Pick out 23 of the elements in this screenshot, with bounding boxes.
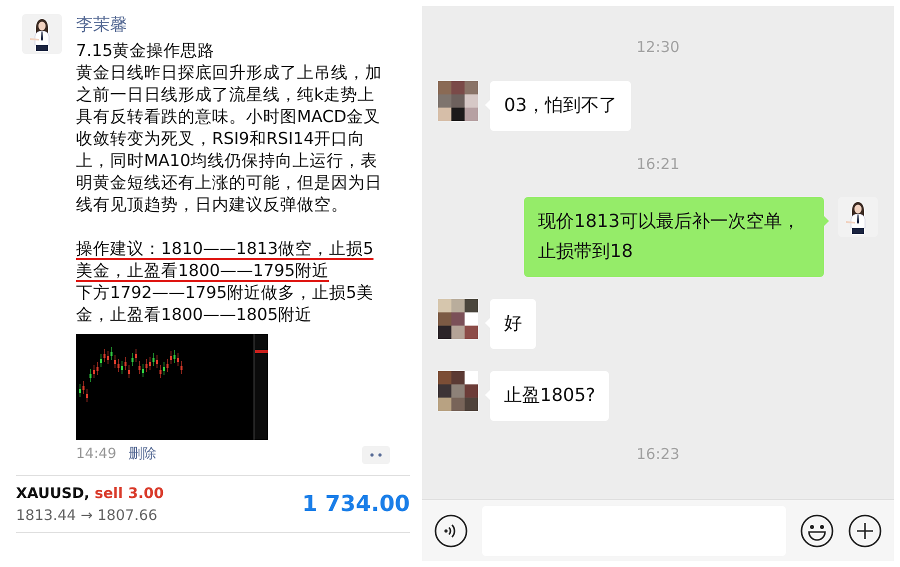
pixelated-avatar[interactable] — [438, 371, 478, 411]
dots-icon — [370, 452, 382, 456]
emoji-icon[interactable] — [800, 514, 834, 548]
post-text: 黄金日线昨日探底回升形成了上吊线，加之前一日日线形成了流星线，纯k走势上具有反转看跌的意味。小时图MACD金叉收敛转变为死叉，RSI9和RSI14开口向上，同时MA10均线仍保持向上运行，表明黄金短线还有上涨的可能，但是因为日线有见顶趋势，日内建议反弹做空。 — [76, 62, 383, 216]
trade-profit: 1 734.00 — [302, 490, 410, 519]
more-button[interactable] — [362, 446, 390, 464]
voice-icon[interactable] — [434, 514, 468, 548]
timestamp: 16:23 — [635, 444, 681, 465]
delete-link[interactable]: 删除 — [128, 444, 156, 465]
candlestick-chart-thumbnail[interactable] — [76, 334, 268, 440]
trade-symbol: XAUUSD, — [16, 486, 90, 502]
post-text: 下方1792——1795附近做多，止损5美金，止盈看1800——1805附近 — [76, 282, 374, 326]
post-text: 操作建议：1810——1813做空，止损5美金，止盈看1800——1795附近 — [76, 238, 374, 282]
timestamp: 16:21 — [635, 154, 681, 174]
post-text: 7.15黄金操作思路 — [76, 40, 216, 62]
author-name[interactable]: 李茉馨 — [76, 14, 386, 36]
plus-icon[interactable] — [848, 514, 882, 548]
pixelated-avatar[interactable] — [438, 80, 478, 120]
pixelated-avatar[interactable] — [438, 299, 478, 339]
timestamp: 12:30 — [635, 37, 681, 58]
trade-prices: 1813.44 → 1807.66 — [16, 506, 158, 526]
trade-side: sell 3.00 — [94, 486, 164, 502]
post-time: 14:49 — [76, 445, 116, 464]
